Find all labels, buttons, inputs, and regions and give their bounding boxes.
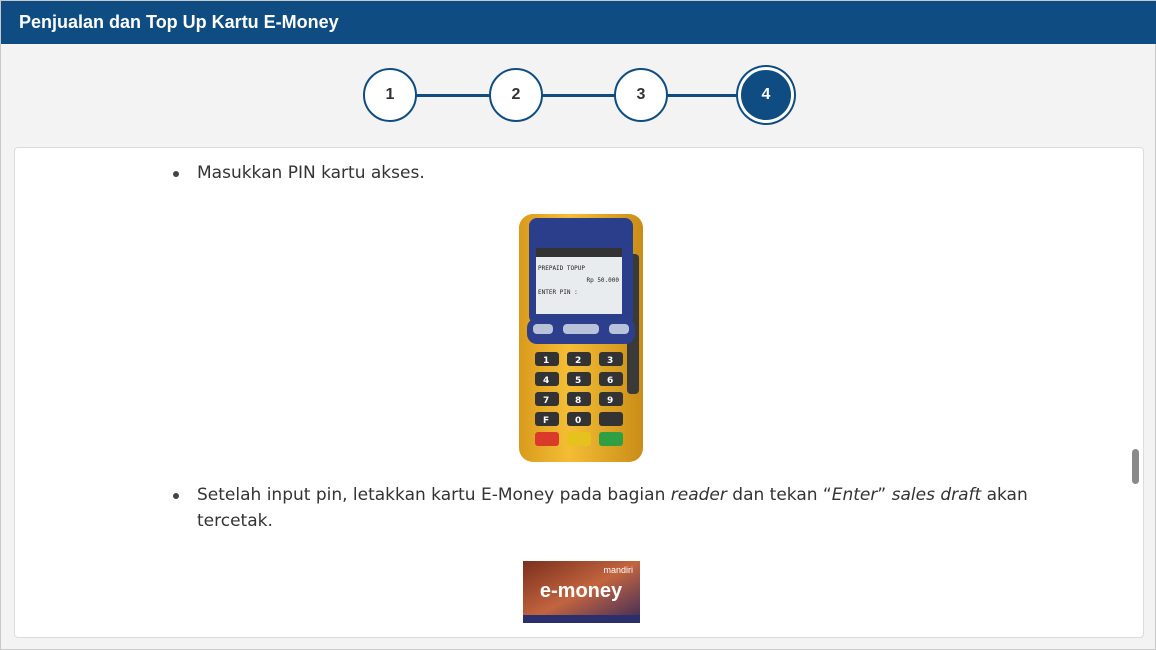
card-name: e-money <box>540 580 623 602</box>
edc-key: 4 <box>543 376 549 386</box>
edc-device-image: PREPAID TOPUP Rp 50.000 ENTER PIN : 1 2 … <box>519 214 643 462</box>
bullet-text: Masukkan PIN kartu akses. <box>197 163 425 183</box>
edc-screen-line3: ENTER PIN : <box>538 289 578 296</box>
bullet-text-d: Enter <box>831 485 878 505</box>
bullet-text-a: Setelah input pin, letakkan kartu E-Mone… <box>197 485 671 505</box>
edc-key: F <box>543 416 549 426</box>
edc-key: 1 <box>543 356 549 366</box>
edc-key: 5 <box>575 376 581 386</box>
edc-key-right <box>609 324 629 334</box>
list-item: Masukkan PIN kartu akses. <box>173 160 1097 186</box>
step-2[interactable]: 2 <box>489 68 543 122</box>
step-connector <box>415 94 491 97</box>
step-4[interactable]: 4 <box>741 70 791 120</box>
bullet-text-c: dan tekan “ <box>726 485 832 505</box>
edc-key: 2 <box>575 356 581 366</box>
card-brand: mandiri <box>603 565 633 575</box>
edc-screen-status <box>536 248 622 257</box>
content-panel: Masukkan PIN kartu akses. PREPAID TOPUP … <box>14 147 1144 638</box>
edc-key-left <box>533 324 553 334</box>
bullet-text-f: sales draft <box>891 485 982 505</box>
bullet-dot <box>173 493 179 499</box>
scrollbar-thumb[interactable] <box>1132 449 1139 484</box>
emoney-card-image: mandiri e-money <box>523 561 640 623</box>
step-3[interactable]: 3 <box>614 68 668 122</box>
edc-screen-line2: Rp 50.000 <box>586 277 619 284</box>
bullet-text-e: ” <box>877 485 892 505</box>
edc-clear-key <box>567 432 591 446</box>
edc-key: 8 <box>575 396 581 406</box>
edc-key: 9 <box>607 396 613 406</box>
edc-key: 3 <box>607 356 613 366</box>
stepper: 1 2 3 4 <box>361 68 801 126</box>
edc-key: 0 <box>575 416 581 426</box>
list-item: Setelah input pin, letakkan kartu E-Mone… <box>173 482 1087 534</box>
edc-key: 6 <box>607 376 613 386</box>
step-connector <box>541 94 617 97</box>
edc-key-nav <box>563 324 599 334</box>
step-1[interactable]: 1 <box>363 68 417 122</box>
page-title: Penjualan dan Top Up Kartu E-Money <box>1 1 1156 44</box>
bullet-dot <box>173 171 179 177</box>
edc-key: 7 <box>543 396 549 406</box>
step-connector <box>667 94 741 97</box>
edc-screen-line1: PREPAID TOPUP <box>538 265 585 272</box>
edc-cancel-key <box>535 432 559 446</box>
bullet-text-b: reader <box>670 485 727 505</box>
edc-enter-key <box>599 432 623 446</box>
card-stripe <box>523 615 640 623</box>
